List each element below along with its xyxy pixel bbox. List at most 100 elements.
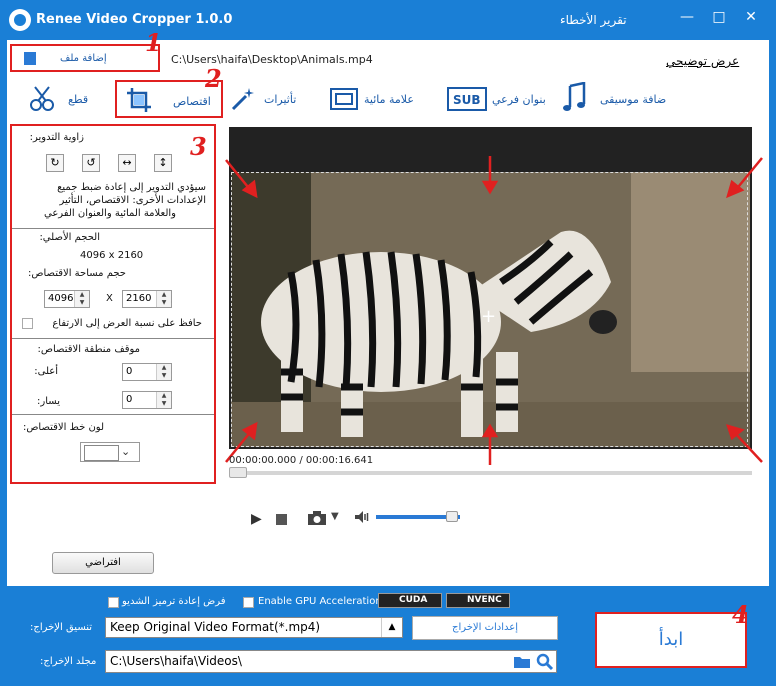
snapshot-dropdown-icon[interactable]: ▼	[331, 511, 339, 522]
original-size-label: الحجم الأصلي:	[39, 232, 100, 243]
rotate-right-icon[interactable]: ↻	[46, 154, 64, 172]
keep-ratio-label: حافظ على نسبة العرض إلى الارتفاع	[52, 318, 202, 329]
add-file-label: إضافة ملف	[60, 53, 107, 64]
step-badge-3: 3	[190, 132, 207, 161]
flip-vertical-icon[interactable]: ↕	[154, 154, 172, 172]
maximize-icon[interactable]: □	[708, 9, 730, 25]
app-logo-icon	[9, 9, 31, 31]
watermark-icon	[330, 88, 358, 110]
rotation-note-1: سيؤدي التدوير إلى إعادة ضبط جميع	[57, 182, 206, 193]
start-button[interactable]: ابدأ	[595, 612, 747, 668]
left-label: يسار:	[37, 396, 60, 407]
music-icon	[563, 82, 586, 111]
tab-crop-label: اقتصاص	[173, 95, 211, 108]
crop-size-label: حجم مساحة الاقتصاص:	[28, 268, 126, 279]
tab-cut[interactable]: قطع	[22, 80, 92, 118]
volume-icon[interactable]	[355, 511, 369, 523]
output-folder-input[interactable]: C:\Users\haifa\Videos\	[105, 650, 557, 673]
help-link[interactable]: عرض توضيحي	[666, 54, 739, 68]
svg-text:SUB: SUB	[453, 93, 481, 107]
tab-subtitle-label: بنوان فرعي	[492, 93, 546, 106]
divider	[12, 414, 214, 415]
tab-cut-label: قطع	[68, 93, 89, 106]
volume-handle[interactable]	[446, 511, 458, 522]
format-label: تنسيق الإخراج:	[30, 622, 93, 633]
color-swatch	[84, 445, 119, 461]
stop-icon[interactable]	[276, 514, 287, 525]
tab-music-label: ضافة موسيقى	[600, 93, 667, 106]
progress-handle[interactable]	[229, 467, 247, 478]
flip-horizontal-icon[interactable]: ↔	[118, 154, 136, 172]
top-offset-input[interactable]: 0 ▲ ▼	[122, 363, 172, 381]
scissors-icon	[30, 86, 54, 111]
magic-wand-icon	[231, 88, 254, 111]
play-icon[interactable]: ▶	[251, 511, 262, 527]
spinner-arrows-icon[interactable]: ▲ ▼	[156, 291, 171, 307]
crop-height-input[interactable]: 2160 ▲ ▼	[122, 290, 172, 308]
dropdown-arrow-icon[interactable]: ▲	[381, 618, 402, 637]
file-path: C:\Users\haifa\Desktop\Animals.mp4	[171, 53, 373, 66]
divider	[12, 228, 214, 229]
rotation-note-3: والعلامة المائية والعنوان الفرعي	[43, 208, 176, 219]
line-color-picker[interactable]: ⌄	[80, 442, 140, 462]
timecode: 00:00:00.000 / 00:00:16.641	[229, 455, 374, 466]
spinner-arrows-icon[interactable]: ▲ ▼	[74, 291, 89, 307]
crop-width-value: 4096	[48, 293, 74, 304]
camera-icon[interactable]	[307, 510, 327, 526]
left-offset-value: 0	[126, 394, 133, 405]
report-bug-link[interactable]: تقرير الأخطاء	[560, 13, 627, 27]
tab-effects-label: تأثيرات	[264, 93, 297, 106]
crop-handle-arrows	[225, 156, 763, 465]
reencode-checkbox[interactable]	[108, 597, 119, 608]
divider	[12, 338, 214, 339]
tab-effects[interactable]: تأثيرات	[228, 80, 300, 118]
tab-watermark-label: علامة مائية	[364, 93, 414, 106]
format-select[interactable]: Keep Original Video Format(*.mp4) ▲	[105, 617, 403, 638]
reencode-label: فرض إعادة ترميز الشديو	[122, 596, 226, 607]
position-title: موقف منطقة الاقتصاص:	[37, 344, 140, 355]
add-file-icon	[24, 52, 36, 65]
minimize-icon[interactable]: —	[676, 9, 698, 25]
search-icon[interactable]	[536, 653, 554, 671]
crop-icon	[127, 88, 151, 112]
folder-value: C:\Users\haifa\Videos\	[110, 654, 242, 668]
spinner-arrows-icon[interactable]: ▲ ▼	[156, 364, 171, 380]
original-size-value: 4096 x 2160	[80, 250, 144, 261]
progress-track[interactable]	[229, 471, 752, 475]
rotate-left-icon[interactable]: ↺	[82, 154, 100, 172]
spinner-arrows-icon[interactable]: ▲ ▼	[156, 392, 171, 408]
output-settings-button[interactable]: إعدادات الإخراج	[412, 616, 558, 640]
gpu-label: Enable GPU Acceleration	[258, 596, 382, 607]
cuda-badge: CUDA	[378, 593, 442, 608]
app-title: Renee Video Cropper 1.0.0	[36, 12, 233, 27]
top-label: أعلى:	[34, 366, 58, 377]
close-icon[interactable]: ✕	[740, 9, 762, 25]
keep-ratio-checkbox[interactable]	[22, 318, 33, 329]
add-file-button[interactable]: إضافة ملف	[10, 44, 160, 72]
default-button[interactable]: افتراضي	[52, 552, 154, 574]
tab-watermark[interactable]: علامة مائية	[330, 80, 422, 118]
format-value: Keep Original Video Format(*.mp4)	[110, 620, 321, 634]
cuda-label: CUDA	[399, 595, 428, 605]
rotation-title: زاوية التدوير:	[29, 132, 84, 143]
subtitle-icon: SUB	[447, 87, 487, 111]
nvenc-label: NVENC	[467, 595, 502, 605]
step-badge-4: 4	[732, 600, 749, 629]
nvenc-badge: NVENC	[446, 593, 510, 608]
step-badge-2: 2	[205, 64, 222, 93]
crop-settings-panel: زاوية التدوير: ↻ ↺ ↔ ↕ سيؤدي التدوير إلى…	[10, 124, 216, 484]
crop-width-input[interactable]: 4096 ▲ ▼	[44, 290, 90, 308]
line-color-label: لون خط الاقتصاص:	[22, 422, 104, 433]
chevron-down-icon: ⌄	[121, 445, 131, 458]
tab-subtitle[interactable]: SUB بنوان فرعي	[447, 80, 547, 118]
left-offset-input[interactable]: 0 ▲ ▼	[122, 391, 172, 409]
tab-music[interactable]: ضافة موسيقى	[560, 80, 666, 118]
folder-label: مجلد الإخراج:	[40, 656, 97, 667]
crop-height-value: 2160	[126, 293, 152, 304]
top-offset-value: 0	[126, 366, 133, 377]
rotation-note-2: الإعدادات الأخرى: الاقتصاص، التأثير	[59, 195, 206, 206]
size-separator: X	[106, 293, 113, 304]
folder-icon[interactable]	[513, 655, 531, 669]
gpu-checkbox[interactable]	[243, 597, 254, 608]
step-badge-1: 1	[145, 28, 162, 57]
